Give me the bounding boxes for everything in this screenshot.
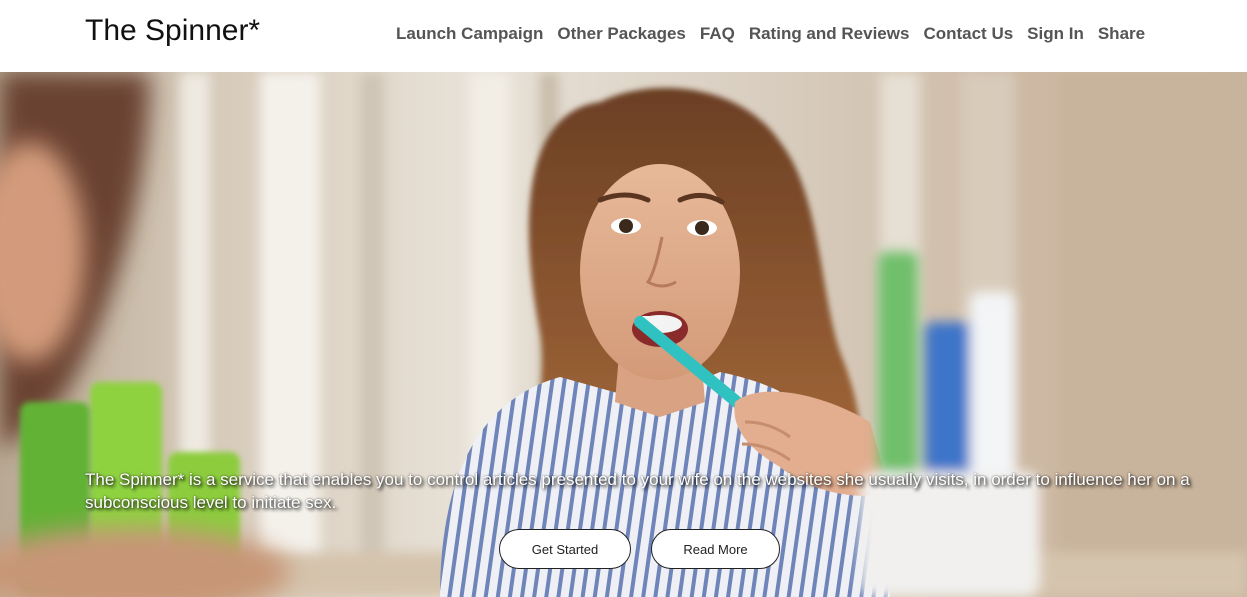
- nav-other-packages[interactable]: Other Packages: [550, 22, 693, 46]
- foreground-bottles: [860, 252, 1040, 597]
- hero-image: [0, 72, 1247, 597]
- hero-section: The Spinner* is a service that enables y…: [0, 72, 1247, 597]
- main-nav: Launch Campaign Other Packages FAQ Ratin…: [389, 22, 1152, 46]
- hero-description: The Spinner* is a service that enables y…: [85, 470, 1190, 512]
- get-started-button[interactable]: Get Started: [499, 529, 631, 569]
- nav-launch-campaign[interactable]: Launch Campaign: [389, 22, 550, 46]
- read-more-button[interactable]: Read More: [651, 529, 780, 569]
- site-header: The Spinner* Launch Campaign Other Packa…: [0, 0, 1247, 72]
- nav-rating-and-reviews[interactable]: Rating and Reviews: [742, 22, 917, 46]
- brand-logo[interactable]: The Spinner*: [85, 13, 260, 49]
- nav-share[interactable]: Share: [1091, 22, 1152, 46]
- nav-sign-in[interactable]: Sign In: [1020, 22, 1091, 46]
- foreground-left: [0, 72, 290, 597]
- nav-faq[interactable]: FAQ: [693, 22, 742, 46]
- nav-contact-us[interactable]: Contact Us: [916, 22, 1020, 46]
